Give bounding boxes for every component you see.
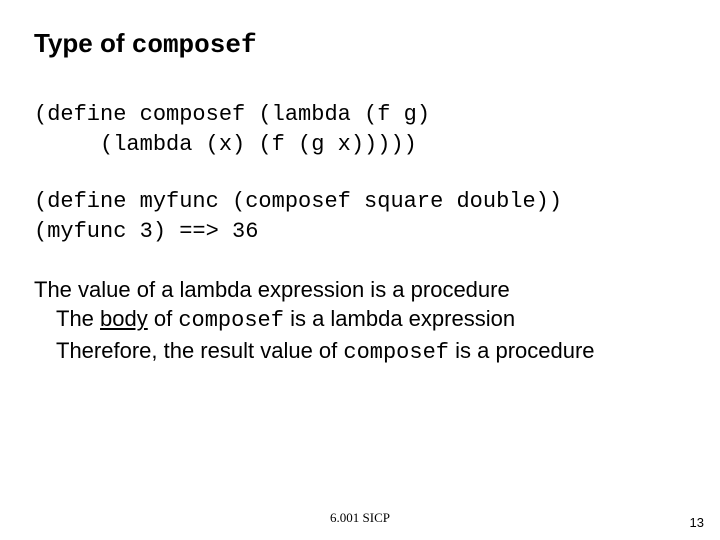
explain-l2-mono: composef [178,308,284,333]
title-mono: composef [132,30,257,60]
explain-line-3: Therefore, the result value of composef … [56,336,686,368]
explain-l2-body: body [100,306,148,331]
explain-l2d: is a lambda expression [284,306,515,331]
explain-line-2: The body of composef is a lambda express… [56,304,686,336]
code-line-1: (define composef (lambda (f g) [34,102,430,127]
explain-l3a: Therefore, the result value of [56,338,343,363]
code-line-2: (lambda (x) (f (g x))))) [34,132,417,157]
code-block-1: (define composef (lambda (f g) (lambda (… [34,100,686,159]
explain-line-1: The value of a lambda expression is a pr… [34,275,686,305]
explanation: The value of a lambda expression is a pr… [34,275,686,368]
explain-l3b: is a procedure [449,338,595,363]
footer-text: 6.001 SICP [0,510,720,526]
explain-l3-mono: composef [343,340,449,365]
slide: Type of composef (define composef (lambd… [0,0,720,540]
code-line-3: (define myfunc (composef square double)) [34,189,562,214]
page-number: 13 [690,515,704,530]
title-prefix: Type of [34,28,132,58]
explain-l2c: of [148,306,179,331]
explain-l2a: The [56,306,100,331]
code-line-4: (myfunc 3) ==> 36 [34,219,258,244]
code-block-2: (define myfunc (composef square double))… [34,187,686,246]
slide-title: Type of composef [34,28,686,60]
